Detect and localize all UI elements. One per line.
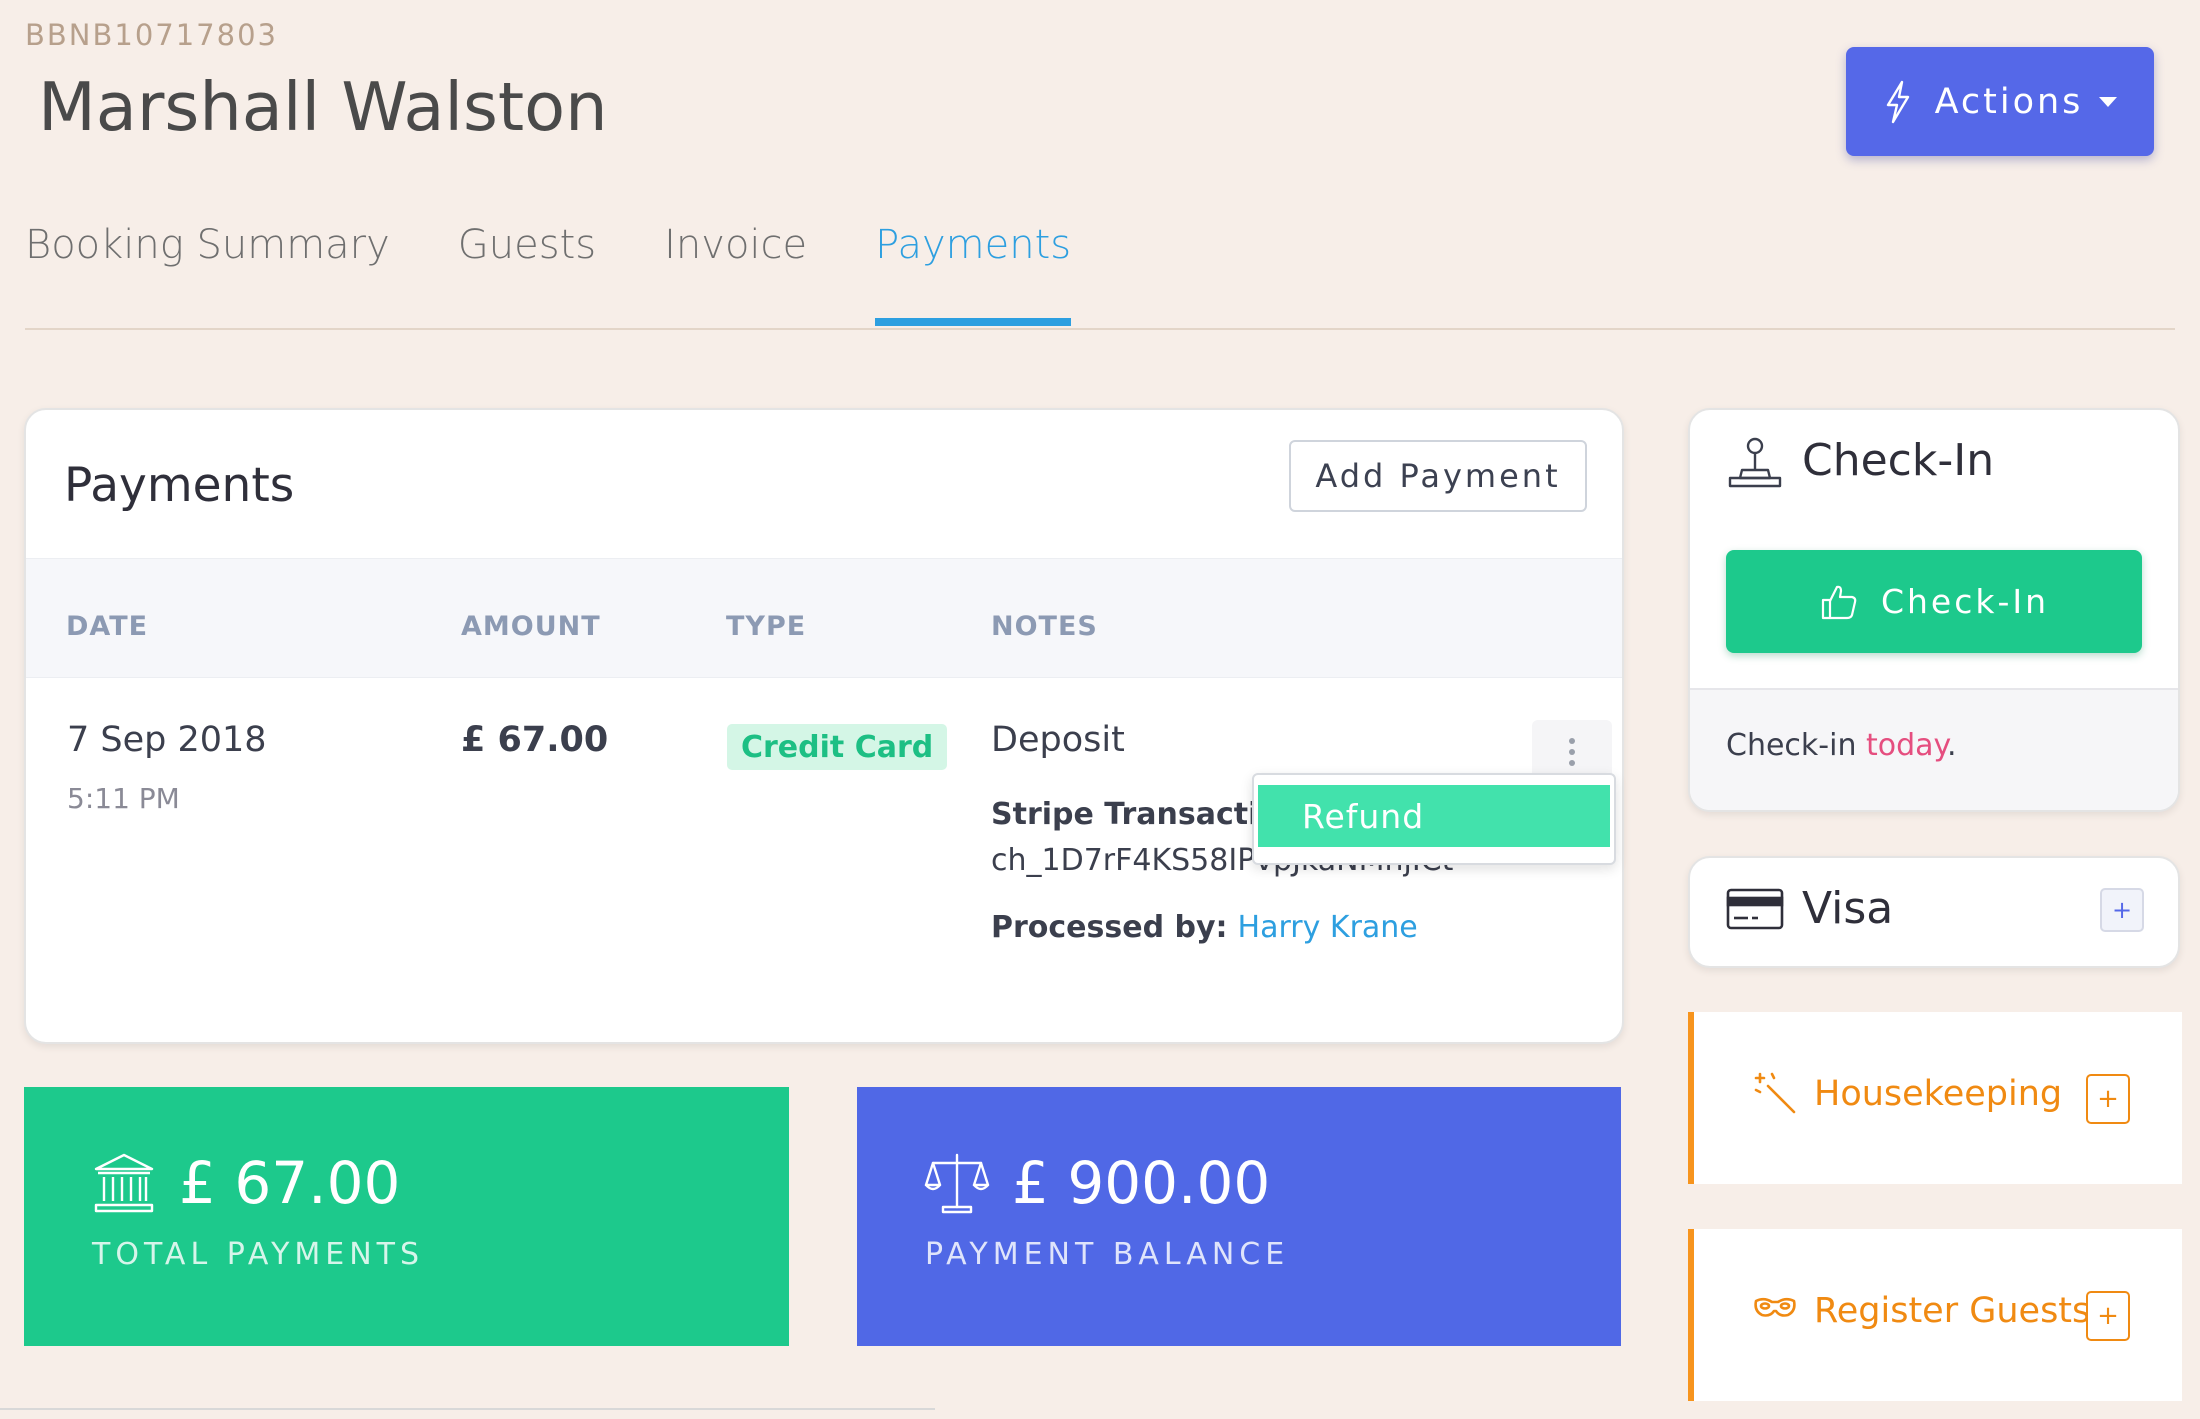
payment-type-badge: Credit Card xyxy=(727,724,948,770)
thumbs-up-icon xyxy=(1821,585,1857,619)
check-in-button-label: Check-In xyxy=(1880,582,2050,621)
column-header-date: DATE xyxy=(66,611,149,642)
column-header-notes: NOTES xyxy=(991,611,1098,642)
check-in-title: Check-In xyxy=(1802,435,1995,486)
booking-reference: BBNB10717803 xyxy=(25,18,278,52)
register-guests-card: Register Guests + xyxy=(1688,1229,2182,1401)
actions-button[interactable]: Actions xyxy=(1846,47,2154,156)
housekeeping-card: Housekeeping + xyxy=(1688,1012,2182,1184)
check-in-button[interactable]: Check-In xyxy=(1726,550,2142,653)
row-options-menu: Refund xyxy=(1252,773,1616,865)
check-in-card: Check-In Check-In Check-in today. xyxy=(1688,408,2180,812)
bank-icon xyxy=(94,1153,154,1213)
total-payments-label: TOTAL PAYMENTS xyxy=(92,1237,425,1272)
booking-tabs: Booking Summary Guests Invoice Payments xyxy=(25,222,1139,330)
tab-invoice[interactable]: Invoice xyxy=(664,222,807,328)
add-card-button[interactable]: + xyxy=(2100,888,2144,932)
lightning-icon xyxy=(1886,80,1909,123)
payment-card-title: Visa xyxy=(1802,883,1894,934)
tab-guests[interactable]: Guests xyxy=(458,222,596,328)
payment-balance-card: £ 900.00 PAYMENT BALANCE xyxy=(857,1087,1621,1346)
guest-name-title: Marshall Walston xyxy=(38,68,608,146)
payment-card-panel: Visa + xyxy=(1688,856,2180,968)
add-register-guests-button[interactable]: + xyxy=(2086,1291,2130,1341)
tab-payments[interactable]: Payments xyxy=(875,222,1071,328)
kebab-icon xyxy=(1569,738,1575,766)
payment-note: Deposit xyxy=(991,720,1125,760)
refund-menu-item[interactable]: Refund xyxy=(1258,785,1610,847)
total-payments-value: £ 67.00 xyxy=(179,1149,401,1217)
payment-balance-value: £ 900.00 xyxy=(1012,1149,1271,1217)
payment-amount: £ 67.00 xyxy=(461,720,609,760)
joystick-icon xyxy=(1728,437,1782,488)
payments-title: Payments xyxy=(64,458,295,513)
actions-label: Actions xyxy=(1934,81,2084,122)
processed-by-user-link[interactable]: Harry Krane xyxy=(1238,910,1418,945)
register-guests-label: Register Guests xyxy=(1814,1291,2091,1331)
check-in-when: today xyxy=(1866,728,1948,763)
column-header-type: TYPE xyxy=(726,611,807,642)
column-header-amount: AMOUNT xyxy=(461,611,601,642)
bottom-divider xyxy=(0,1408,935,1410)
payment-time: 5:11 PM xyxy=(67,782,180,815)
tabs-divider xyxy=(25,328,2175,330)
check-in-status-footer: Check-in today. xyxy=(1690,688,2178,810)
mask-icon xyxy=(1754,1297,1796,1317)
tab-booking-summary[interactable]: Booking Summary xyxy=(25,222,390,328)
magic-wand-icon xyxy=(1754,1072,1796,1114)
add-payment-button[interactable]: Add Payment xyxy=(1289,440,1587,512)
total-payments-card: £ 67.00 TOTAL PAYMENTS xyxy=(24,1087,789,1346)
scales-icon xyxy=(924,1153,990,1214)
processed-by: Processed by: Harry Krane xyxy=(991,910,1418,945)
payment-date: 7 Sep 2018 xyxy=(67,720,267,760)
check-in-status: Check-in today. xyxy=(1726,728,1957,763)
payments-table-header: DATE AMOUNT TYPE NOTES xyxy=(26,558,1622,678)
credit-card-icon xyxy=(1726,888,1784,930)
payment-balance-label: PAYMENT BALANCE xyxy=(925,1237,1290,1272)
add-housekeeping-button[interactable]: + xyxy=(2086,1074,2130,1124)
payments-card: Payments Add Payment DATE AMOUNT TYPE NO… xyxy=(24,408,1624,1044)
housekeeping-label: Housekeeping xyxy=(1814,1074,2063,1114)
processed-by-label: Processed by: xyxy=(991,910,1228,945)
chevron-down-icon xyxy=(2099,96,2118,107)
